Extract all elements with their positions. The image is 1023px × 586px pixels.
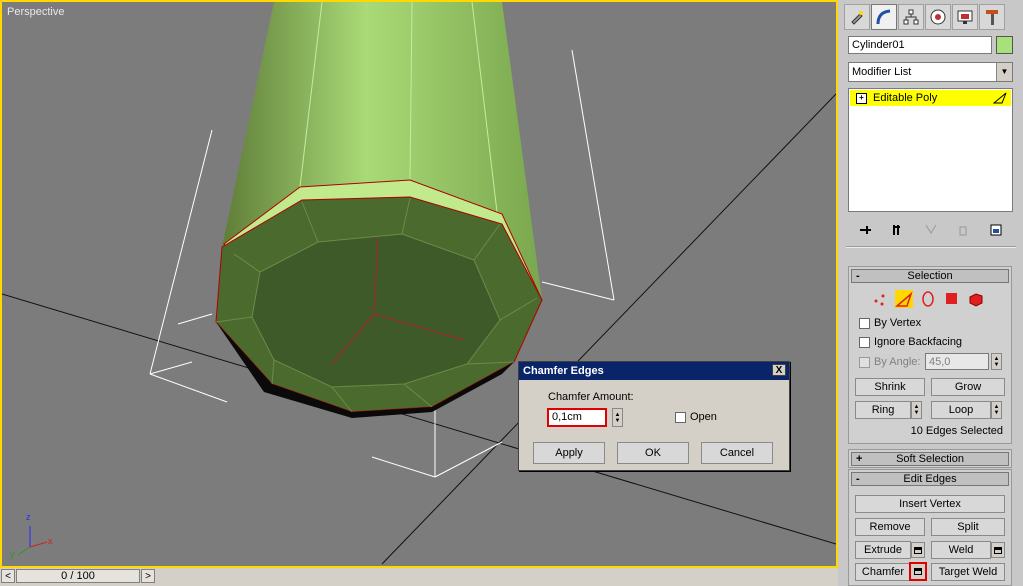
hierarchy-icon (903, 9, 919, 25)
vertex-mode-icon[interactable] (871, 290, 889, 308)
time-prev-button[interactable]: < (1, 569, 15, 583)
edit-edges-rollout-title[interactable]: - Edit Edges (851, 472, 1009, 486)
edit-edges-rollout: - Edit Edges Insert Vertex Remove Split … (848, 469, 1012, 586)
display-icon (957, 10, 973, 24)
edge-mode-icon[interactable] (895, 290, 913, 308)
command-panel: Cylinder01 Modifier List ▼ + Editable Po… (838, 0, 1023, 586)
utilities-icon (986, 10, 998, 25)
shrink-button[interactable]: Shrink (855, 378, 925, 396)
angle-spinner[interactable]: ▲ ▼ (991, 353, 1002, 370)
split-button[interactable]: Split (931, 518, 1005, 536)
expand-icon[interactable]: + (856, 92, 867, 104)
object-color-swatch[interactable] (996, 36, 1013, 54)
by-vertex-box[interactable] (859, 317, 870, 329)
edge-subobject-icon (993, 92, 1007, 104)
extrude-button[interactable]: Extrude (855, 541, 911, 559)
show-end-result-icon[interactable] (891, 223, 905, 237)
apply-button[interactable]: Apply (533, 442, 605, 464)
window-icon (914, 568, 922, 575)
ring-spinner[interactable]: ▲ ▼ (911, 401, 922, 419)
stack-item-label: Editable Poly (873, 92, 938, 104)
chamfer-amount-spinner[interactable]: ▲ ▼ (612, 408, 623, 427)
ignore-backfacing-box[interactable] (859, 336, 870, 348)
open-box[interactable] (675, 411, 686, 423)
open-checkbox[interactable]: Open (675, 411, 717, 423)
stack-toolbar (848, 220, 1013, 240)
weld-button[interactable]: Weld (931, 541, 991, 559)
remove-button[interactable]: Remove (855, 518, 925, 536)
command-panel-tabs (844, 4, 1018, 30)
ignore-backfacing-checkbox[interactable]: Ignore Backfacing (859, 336, 962, 348)
scene-canvas[interactable] (2, 2, 836, 566)
by-angle-box[interactable] (859, 356, 870, 368)
time-slider[interactable]: 0 / 100 (16, 569, 140, 583)
modifier-list-label: Modifier List (852, 66, 912, 78)
element-mode-icon[interactable] (967, 290, 985, 308)
modifier-stack[interactable]: + Editable Poly (848, 88, 1013, 212)
pin-stack-icon[interactable] (858, 223, 872, 237)
loop-spinner[interactable]: ▲ ▼ (991, 401, 1002, 419)
configure-modifier-sets-icon[interactable] (989, 223, 1003, 237)
by-vertex-checkbox[interactable]: By Vertex (859, 317, 921, 329)
selection-rollout: - Selection By Vertex Ignore Backfacing … (848, 266, 1012, 444)
create-icon (851, 11, 863, 25)
panel-divider (846, 246, 1016, 248)
axis-z-label: z (26, 512, 31, 522)
modify-tab[interactable] (871, 4, 897, 30)
cancel-button[interactable]: Cancel (701, 442, 773, 464)
soft-selection-rollout: + Soft Selection (848, 449, 1012, 468)
dialog-title: Chamfer Edges (523, 365, 604, 377)
by-angle-checkbox[interactable]: By Angle: (859, 356, 920, 368)
loop-button[interactable]: Loop (931, 401, 991, 419)
ring-button[interactable]: Ring (855, 401, 911, 419)
motion-tab[interactable] (925, 4, 951, 30)
display-tab[interactable] (952, 4, 978, 30)
selection-rollout-title[interactable]: - Selection (851, 269, 1009, 283)
stack-item-editable-poly[interactable]: + Editable Poly (850, 90, 1011, 106)
modifier-list-dropdown[interactable]: Modifier List ▼ (848, 62, 1013, 82)
chevron-down-icon[interactable]: ▼ (996, 63, 1012, 81)
axis-x-label: x (48, 536, 53, 546)
remove-modifier-icon[interactable] (956, 223, 970, 237)
chamfer-settings-button[interactable] (909, 562, 927, 581)
chamfer-button[interactable]: Chamfer (855, 563, 911, 581)
modify-icon (876, 9, 891, 25)
utilities-tab[interactable] (979, 4, 1005, 30)
chamfer-amount-label: Chamfer Amount: (548, 391, 634, 403)
soft-selection-rollout-title[interactable]: + Soft Selection (851, 452, 1009, 466)
window-icon (994, 546, 1002, 554)
insert-vertex-button[interactable]: Insert Vertex (855, 495, 1005, 513)
target-weld-button[interactable]: Target Weld (931, 563, 1005, 581)
time-next-button[interactable]: > (141, 569, 155, 583)
time-slider-bar: < 0 / 100 > (0, 568, 838, 586)
grow-button[interactable]: Grow (931, 378, 1005, 396)
perspective-viewport[interactable]: Perspective z x y (0, 0, 838, 568)
extrude-settings-button[interactable] (911, 542, 925, 558)
motion-icon (930, 9, 946, 25)
weld-settings-button[interactable] (991, 542, 1005, 558)
hierarchy-tab[interactable] (898, 4, 924, 30)
chamfer-edges-dialog: Chamfer Edges X Chamfer Amount: 0,1cm ▲ ▼… (518, 361, 790, 471)
viewport-label[interactable]: Perspective (7, 6, 64, 18)
object-name-field[interactable]: Cylinder01 (848, 36, 992, 54)
chamfer-amount-field[interactable]: 0,1cm (547, 408, 607, 427)
close-icon[interactable]: X (772, 364, 786, 376)
angle-field[interactable]: 45,0 (925, 353, 989, 370)
axis-y-label: y (10, 549, 15, 559)
subobject-level-buttons (871, 289, 991, 309)
window-icon (914, 546, 922, 554)
selection-status: 10 Edges Selected (910, 425, 1003, 437)
create-tab[interactable] (844, 4, 870, 30)
dialog-title-bar[interactable]: Chamfer Edges X (519, 362, 789, 380)
polygon-mode-icon[interactable] (943, 290, 961, 308)
border-mode-icon[interactable] (919, 290, 937, 308)
make-unique-icon[interactable] (924, 223, 938, 237)
ok-button[interactable]: OK (617, 442, 689, 464)
